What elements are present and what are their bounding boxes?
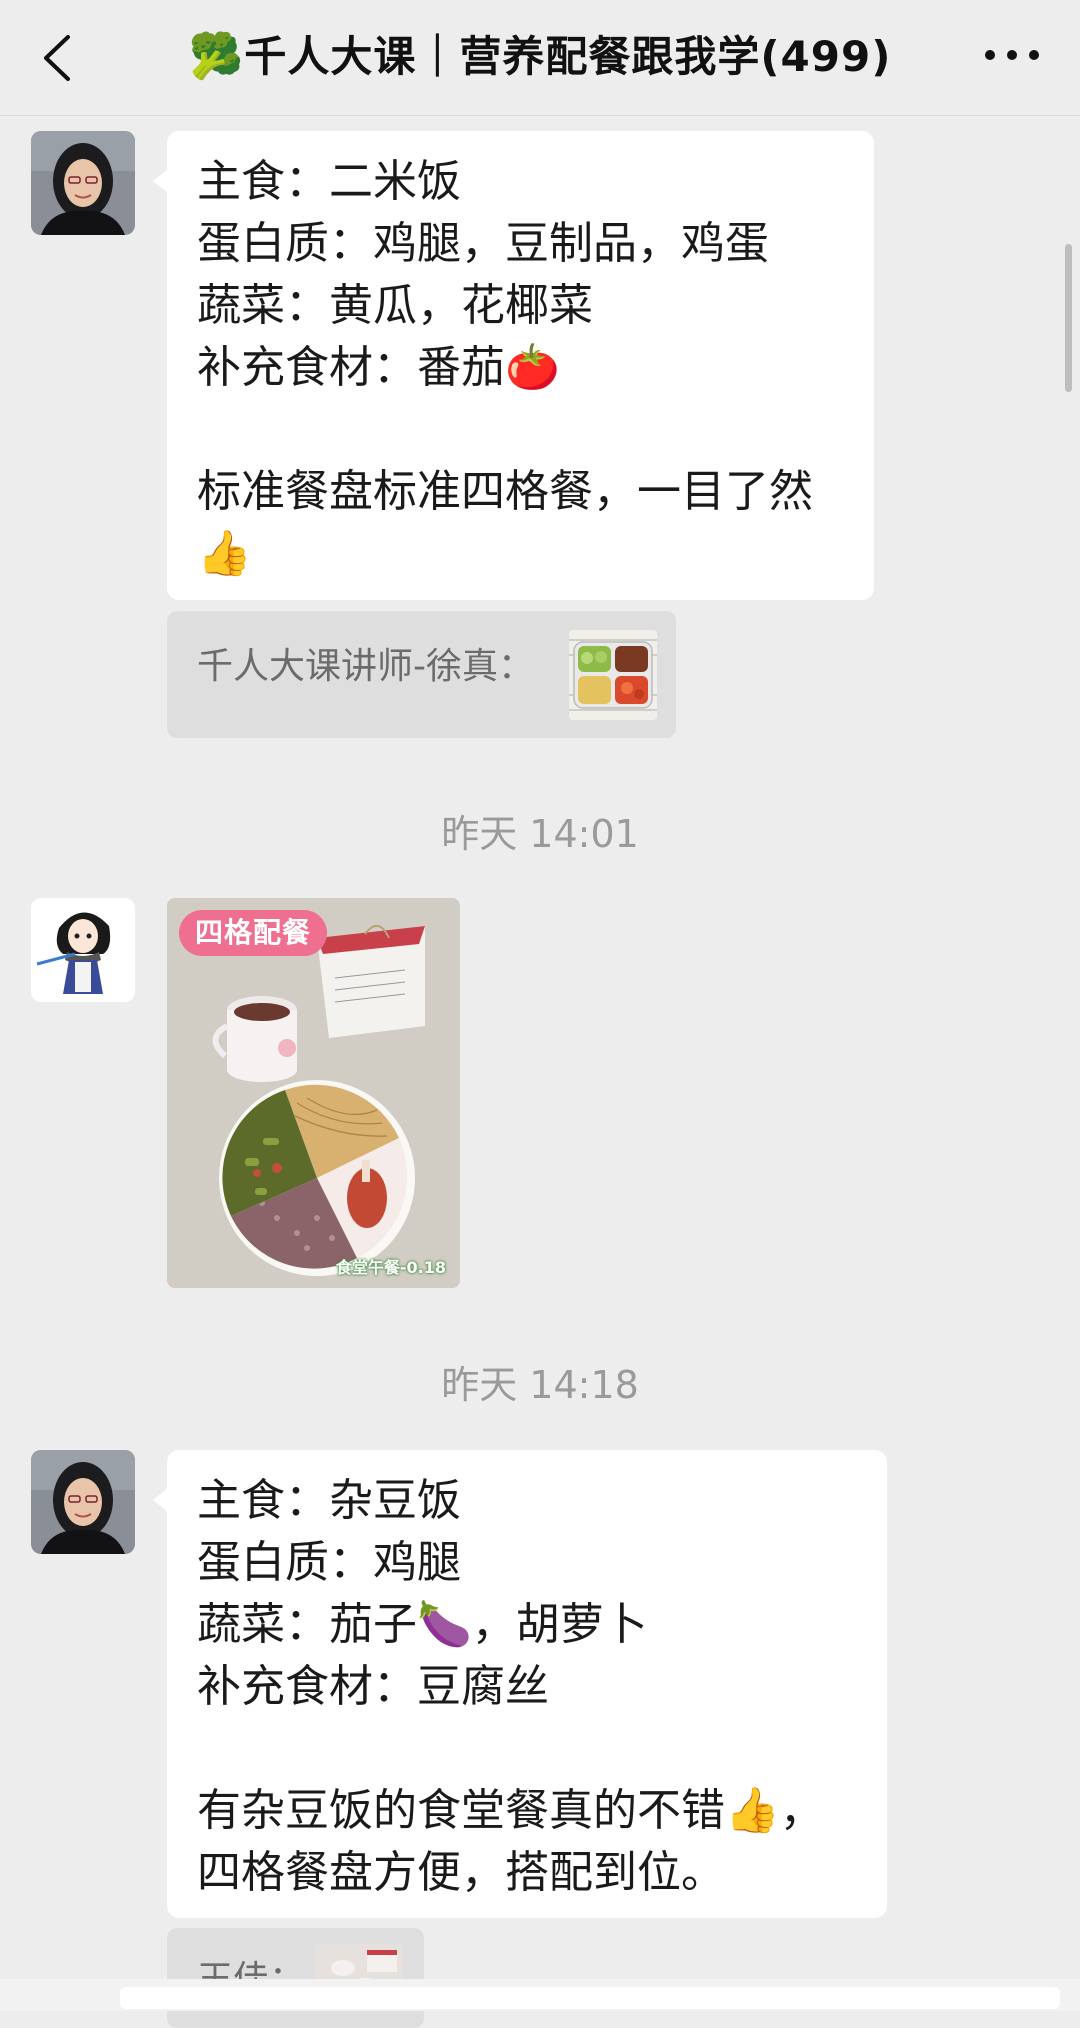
chat-title: 🥦千人大课｜营养配餐跟我学(499)	[0, 26, 1080, 88]
meal-photo[interactable]: 四格配餐 食堂午餐-0.18	[167, 898, 460, 1288]
more-dots-icon[interactable]	[982, 40, 1042, 70]
message-bubble[interactable]: 主食：二米饭 蛋白质：鸡腿，豆制品，鸡蛋 蔬菜：黄瓜，花椰菜 补充食材：番茄🍅 …	[153, 131, 874, 600]
timestamp: 昨天 14:01	[441, 812, 639, 856]
broccoli-emoji: 🥦	[188, 31, 245, 82]
message-bubble[interactable]: 主食：杂豆饭 蛋白质：鸡腿 蔬菜：茄子🍆，胡萝卜 补充食材：豆腐丝 有杂豆饭的食…	[153, 1450, 887, 1918]
scrollbar[interactable]	[1065, 244, 1072, 392]
chat-header: 🥦千人大课｜营养配餐跟我学(499)	[0, 0, 1080, 116]
message-line: 蔬菜：茄子🍆，胡萝卜	[197, 1599, 648, 1650]
message-line: 蛋白质：鸡腿	[197, 1537, 461, 1588]
message-line: 四格餐盘方便，搭配到位。	[197, 1847, 725, 1898]
message-line: 主食：二米饭	[197, 156, 461, 207]
message-line: 标准餐盘标准四格餐，一目了然	[197, 466, 813, 517]
photo-caption: 食堂午餐-0.18	[335, 1258, 446, 1277]
avatar-user[interactable]	[31, 898, 135, 1002]
message-line: 补充食材：番茄🍅	[197, 342, 560, 393]
message-line: 蛋白质：鸡腿，豆制品，鸡蛋	[197, 218, 769, 269]
quote-text: 千人大课讲师-徐真：	[197, 646, 534, 687]
message-line: 有杂豆饭的食堂餐真的不错👍，	[197, 1785, 824, 1836]
quoted-reply[interactable]: 王佳：	[167, 1928, 424, 2028]
message-input[interactable]	[120, 1987, 1060, 2009]
meal-thumbnail-image[interactable]	[569, 630, 657, 720]
avatar-teacher[interactable]	[31, 1450, 135, 1554]
photo-badge: 四格配餐	[194, 916, 311, 949]
message-line: 蔬菜：黄瓜，花椰菜	[197, 280, 593, 331]
message-line: 补充食材：豆腐丝	[197, 1661, 549, 1712]
input-bar	[0, 1979, 1080, 2011]
timestamp: 昨天 14:18	[441, 1363, 639, 1407]
avatar-teacher[interactable]	[31, 131, 135, 235]
message-line	[197, 399, 844, 461]
quoted-reply[interactable]: 千人大课讲师-徐真：	[167, 611, 676, 738]
message-line	[197, 1718, 857, 1780]
group-name: 千人大课｜营养配餐跟我学(499)	[244, 32, 892, 81]
message-line: 主食：杂豆饭	[197, 1475, 461, 1526]
message-line: 👍	[197, 528, 252, 579]
